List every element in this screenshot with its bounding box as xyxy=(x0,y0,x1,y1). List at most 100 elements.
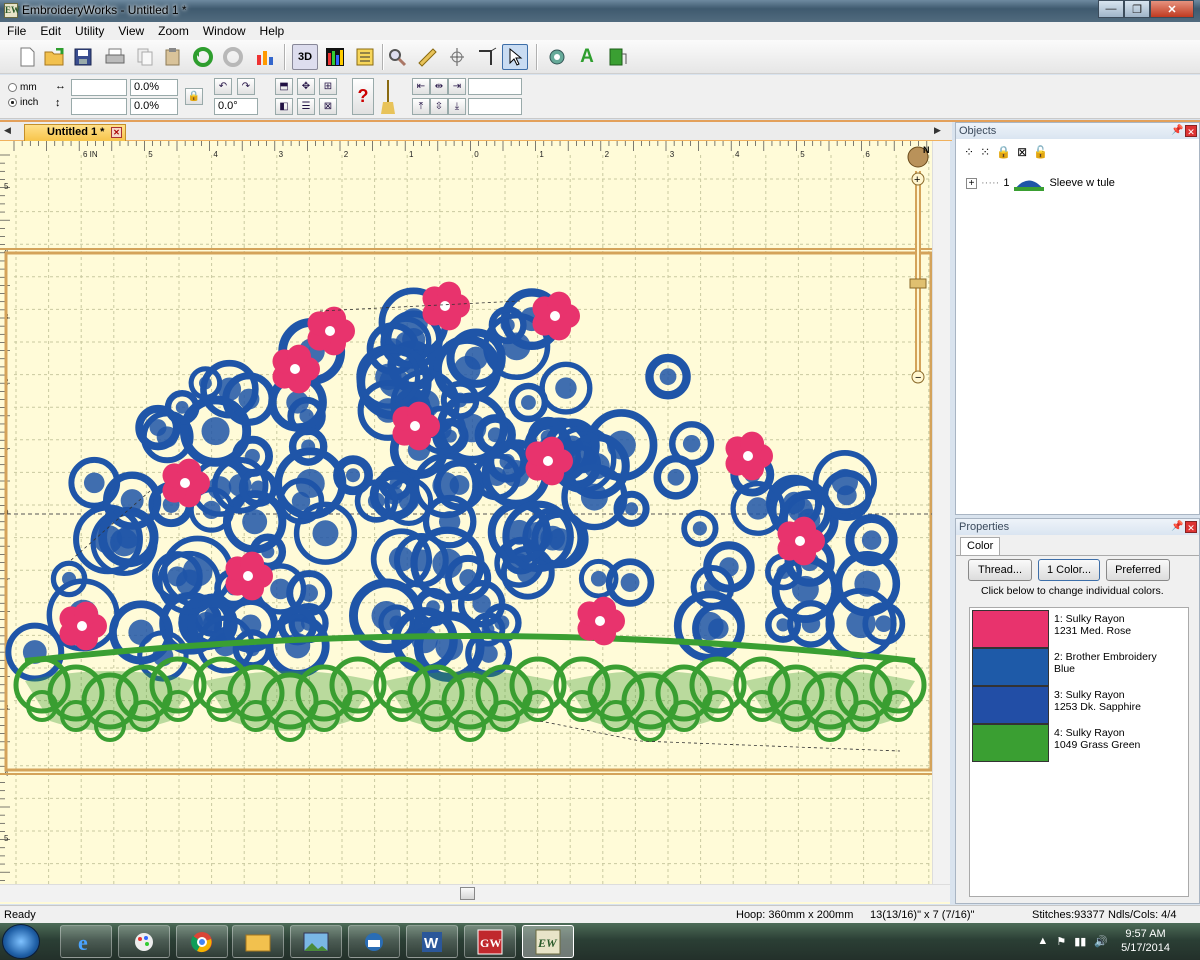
restore-button[interactable]: ❐ xyxy=(1124,0,1150,18)
explorer-icon[interactable] xyxy=(232,925,284,958)
export-icon[interactable] xyxy=(604,44,630,70)
measure-icon[interactable] xyxy=(414,44,440,70)
new-icon[interactable] xyxy=(14,44,40,70)
panel-close-icon[interactable]: ✕ xyxy=(1185,521,1197,533)
start-button[interactable] xyxy=(2,924,40,959)
stitch-list-icon[interactable] xyxy=(352,44,378,70)
color-row[interactable]: 3: Sulky Rayon 1253 Dk. Sapphire xyxy=(972,686,1186,724)
open-icon[interactable] xyxy=(42,44,68,70)
unit-mm-radio[interactable]: mm xyxy=(8,82,37,93)
width-percent-field[interactable]: 0.0% xyxy=(130,79,178,96)
tab-scroll-right-icon[interactable]: ▶ xyxy=(934,125,941,136)
stitch-icon[interactable] xyxy=(544,44,570,70)
vertical-scrollbar[interactable] xyxy=(932,141,950,884)
menu-window[interactable]: Window xyxy=(196,22,253,40)
color-palette-icon[interactable] xyxy=(322,44,348,70)
lock-aspect-icon[interactable]: 🔒 xyxy=(185,88,203,105)
menu-view[interactable]: View xyxy=(111,22,151,40)
menu-utility[interactable]: Utility xyxy=(68,22,111,40)
align-bottom-icon[interactable]: ⤓ xyxy=(448,98,466,115)
group-icon[interactable]: ⊠ xyxy=(319,98,337,115)
gw-icon[interactable]: GW xyxy=(464,925,516,958)
menu-help[interactable]: Help xyxy=(253,22,292,40)
panel-close-icon[interactable]: ✕ xyxy=(1185,125,1197,137)
align-left-icon[interactable]: ⇤ xyxy=(412,78,430,95)
position-x-field[interactable] xyxy=(468,78,522,95)
position-y-field[interactable] xyxy=(468,98,522,115)
mirror-vertical-icon[interactable]: ◧ xyxy=(275,98,293,115)
help-icon[interactable]: ? xyxy=(352,78,374,115)
tab-color[interactable]: Color xyxy=(960,537,1001,555)
height-percent-field[interactable]: 0.0% xyxy=(130,98,178,115)
hoop-icon[interactable] xyxy=(444,44,470,70)
unlock-icon[interactable]: 🔓 xyxy=(1033,145,1048,159)
menu-file[interactable]: File xyxy=(0,22,33,40)
center-icon[interactable]: ✥ xyxy=(297,78,315,95)
select-icon[interactable] xyxy=(502,44,528,70)
chrome-icon[interactable] xyxy=(176,925,228,958)
height-field[interactable] xyxy=(71,98,127,115)
tab-close-icon[interactable]: ✕ xyxy=(111,127,122,138)
width-field[interactable] xyxy=(71,79,127,96)
ungroup-icon[interactable]: ⁘ xyxy=(964,145,974,159)
clock[interactable]: 9:57 AM 5/17/2014 xyxy=(1121,927,1170,955)
rotate-left-icon[interactable]: ↶ xyxy=(214,78,232,95)
3d-view-icon[interactable]: 3D xyxy=(292,44,318,70)
print-icon[interactable] xyxy=(102,44,128,70)
color-row[interactable]: 1: Sulky Rayon 1231 Med. Rose xyxy=(972,610,1186,648)
unit-inch-radio[interactable]: inch xyxy=(8,97,38,108)
minimize-button[interactable]: — xyxy=(1098,0,1124,18)
lock-icon[interactable]: 🔒 xyxy=(996,145,1011,159)
list-icon[interactable]: ☰ xyxy=(297,98,315,115)
outlook-icon[interactable] xyxy=(348,925,400,958)
one-color-button[interactable]: 1 Color... xyxy=(1038,559,1100,581)
mirror-horizontal-icon[interactable]: ⬒ xyxy=(275,78,293,95)
tray-app-icon[interactable]: ⚑ xyxy=(1056,935,1066,948)
color-row[interactable]: 2: Brother Embroidery Blue xyxy=(972,648,1186,686)
align-top-icon[interactable]: ⤒ xyxy=(412,98,430,115)
paste-icon[interactable] xyxy=(160,44,186,70)
embroidery-design[interactable] xyxy=(5,281,927,752)
tab-untitled-1[interactable]: Untitled 1 * ✕ xyxy=(24,124,126,141)
redo-icon[interactable] xyxy=(220,44,246,70)
ew-icon[interactable]: EW xyxy=(522,925,574,958)
word-icon[interactable]: W xyxy=(406,925,458,958)
color-row[interactable]: 4: Sulky Rayon 1049 Grass Green xyxy=(972,724,1186,762)
rotate-right-icon[interactable]: ↷ xyxy=(237,78,255,95)
undo-icon[interactable] xyxy=(190,44,216,70)
broom-icon[interactable] xyxy=(378,78,398,115)
pin-icon[interactable]: 📌 xyxy=(1171,521,1183,532)
scroll-thumb[interactable] xyxy=(460,887,475,900)
object-item[interactable]: + ····· 1 Sleeve w tule xyxy=(966,175,1115,191)
thread-button[interactable]: Thread... xyxy=(968,559,1032,581)
menu-edit[interactable]: Edit xyxy=(33,22,68,40)
hide-icon[interactable]: ⊠ xyxy=(1017,145,1027,159)
zoom-slider[interactable]: N + − xyxy=(907,145,930,384)
tab-scroll-left-icon[interactable]: ◀ xyxy=(4,125,11,136)
close-button[interactable]: ✕ xyxy=(1150,0,1194,18)
align-middle-icon[interactable]: ⇳ xyxy=(430,98,448,115)
expand-icon[interactable]: + xyxy=(966,177,977,189)
rotation-field[interactable]: 0.0° xyxy=(214,98,258,115)
group-objects-icon[interactable]: ⁙ xyxy=(980,145,990,159)
network-icon[interactable]: ▮▮ xyxy=(1074,935,1086,948)
design-canvas[interactable]: 6 IN54321012345654321012345 N + − xyxy=(0,141,950,904)
align-center-h-icon[interactable]: ⇹ xyxy=(430,78,448,95)
text-icon[interactable]: A xyxy=(574,44,600,70)
ie-icon[interactable]: e xyxy=(60,925,112,958)
volume-icon[interactable]: 🔊 xyxy=(1094,935,1108,948)
pin-icon[interactable]: 📌 xyxy=(1171,125,1183,136)
reshape-icon[interactable] xyxy=(474,44,500,70)
tray-arrow-icon[interactable]: ▲ xyxy=(1037,935,1048,948)
grid-icon[interactable]: ⊞ xyxy=(319,78,337,95)
paint-icon[interactable] xyxy=(118,925,170,958)
photos-icon[interactable] xyxy=(290,925,342,958)
copy-icon[interactable] xyxy=(132,44,158,70)
menu-zoom[interactable]: Zoom xyxy=(151,22,196,40)
color-sort-icon[interactable] xyxy=(252,44,278,70)
horizontal-scrollbar[interactable] xyxy=(0,884,950,902)
save-icon[interactable] xyxy=(70,44,96,70)
zoom-icon[interactable] xyxy=(384,44,410,70)
align-right-icon[interactable]: ⇥ xyxy=(448,78,466,95)
preferred-button[interactable]: Preferred xyxy=(1106,559,1170,581)
